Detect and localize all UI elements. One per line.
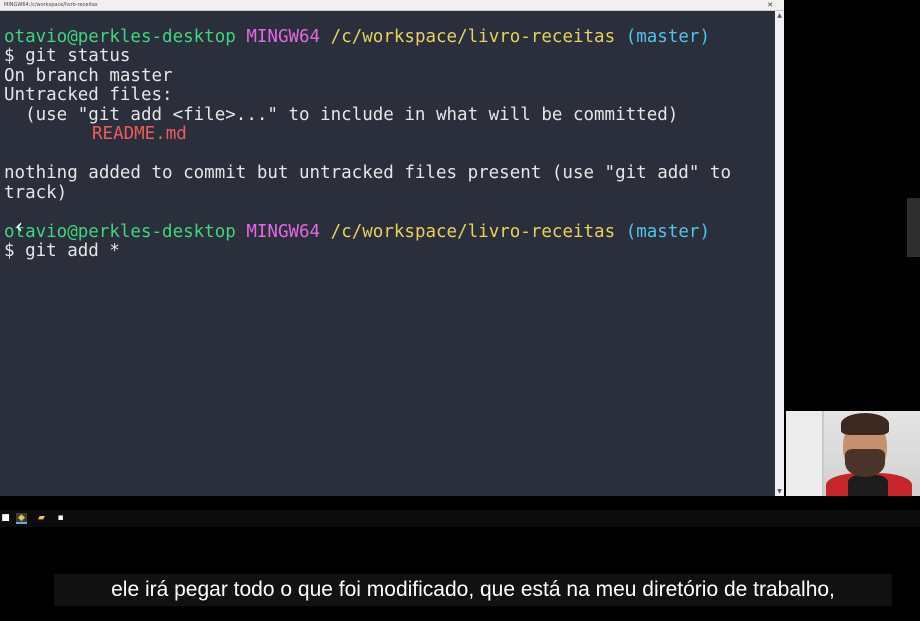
output-line: track) [4, 183, 68, 203]
file-explorer-taskbar-icon[interactable]: ▰ [36, 513, 47, 524]
webcam-video [786, 411, 920, 496]
webcam-presenter-hair [841, 413, 889, 435]
output-line: nothing added to commit but untracked fi… [4, 163, 731, 183]
scroll-up-icon[interactable]: ▲ [776, 12, 783, 19]
output-line: On branch master [4, 66, 173, 86]
scroll-down-icon[interactable]: ▼ [776, 488, 783, 495]
terminal-window-title: MINGW64:/c/workspace/livro-receitas [4, 2, 98, 8]
app-taskbar-icon[interactable]: ▪ [55, 513, 66, 524]
prompt-branch: (master) [625, 222, 710, 242]
prompt-shell: MINGW64 [246, 27, 321, 47]
prompt-branch: (master) [625, 27, 710, 47]
untracked-file: README.md [92, 124, 187, 144]
windows-start-icon[interactable]: ■ [0, 513, 11, 524]
prompt-line-1: otavio@perkles-desktop MINGW64 /c/worksp… [4, 27, 710, 47]
prompt-path: /c/workspace/livro-receitas [330, 27, 616, 47]
webcam-background-shelf [786, 411, 824, 496]
command-line-2: $ git add * [4, 241, 120, 261]
taskbar: ■ ◆ ▰ ▪ [0, 510, 920, 527]
prompt-shell: MINGW64 [246, 222, 321, 242]
git-bash-taskbar-icon[interactable]: ◆ [16, 513, 27, 524]
prompt-user-host: otavio@perkles-desktop [4, 27, 236, 47]
command-line-1: $ git status [4, 46, 131, 66]
output-line: (use "git add <file>..." to include in w… [4, 105, 679, 125]
chevron-left-icon[interactable]: ‹ [10, 215, 28, 237]
side-panel-tab[interactable] [907, 198, 920, 257]
close-icon[interactable]: ✕ [766, 0, 774, 10]
terminal-scrollbar[interactable]: ▲ ▼ [775, 11, 784, 496]
prompt-line-2: otavio@perkles-desktop MINGW64 /c/worksp… [4, 222, 710, 242]
terminal-output[interactable]: otavio@perkles-desktop MINGW64 /c/worksp… [0, 11, 775, 496]
prompt-path: /c/workspace/livro-receitas [330, 222, 616, 242]
subtitle-text: ele irá pegar todo o que foi modificado,… [111, 578, 835, 601]
terminal-title-bar[interactable]: MINGW64:/c/workspace/livro-receitas ✕ [0, 0, 784, 11]
prompt-user-host: otavio@perkles-desktop [4, 222, 236, 242]
output-line: Untracked files: [4, 85, 173, 105]
webcam-presenter-beard [845, 449, 885, 477]
webcam-presenter-shirt [848, 475, 888, 496]
subtitle-caption: ele irá pegar todo o que foi modificado,… [54, 574, 892, 606]
